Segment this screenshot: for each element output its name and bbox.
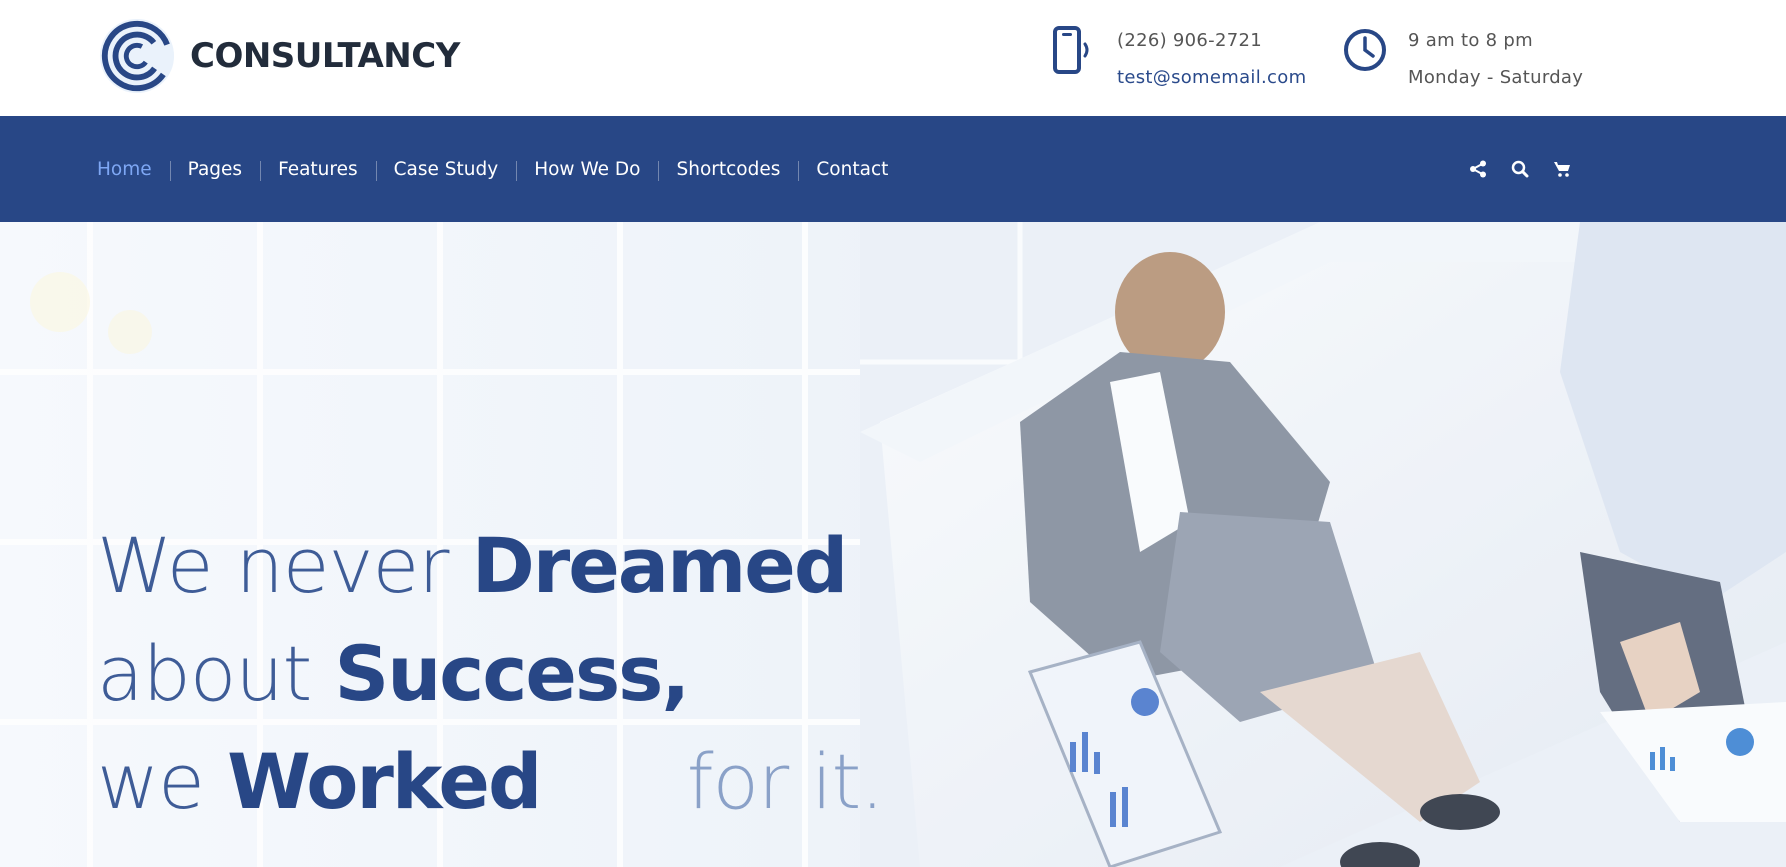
- nav-item-how-we-do[interactable]: How We Do: [516, 159, 658, 181]
- share-icon[interactable]: [1468, 159, 1488, 179]
- brand-logo[interactable]: CONSULTANCY: [98, 17, 460, 95]
- opening-days: Monday - Saturday: [1408, 67, 1584, 88]
- brand-name: CONSULTANCY: [190, 36, 460, 76]
- hero-banner: We never Dreamed about Success, we Worke…: [0, 222, 1786, 867]
- top-header: CONSULTANCY (226) 906-2721 test@somemail…: [0, 0, 1786, 116]
- headline-line-2-bold: Success,: [334, 629, 690, 718]
- headline-line-1: We never Dreamed: [97, 512, 883, 620]
- nav-menu: Home Pages Features Case Study How We Do…: [97, 116, 906, 222]
- cart-icon[interactable]: [1552, 159, 1572, 179]
- headline-line-3-bold: Worked: [227, 737, 542, 826]
- mobile-phone-icon: [1049, 22, 1099, 78]
- headline-line-2-thin: about: [97, 629, 312, 718]
- nav-tools: [1468, 116, 1572, 222]
- nav-item-shortcodes[interactable]: Shortcodes: [658, 159, 798, 181]
- nav-item-contact[interactable]: Contact: [798, 159, 906, 181]
- email-link[interactable]: test@somemail.com: [1117, 59, 1306, 96]
- nav-item-pages[interactable]: Pages: [169, 159, 260, 181]
- hours-contact: 9 am to 8 pm Monday - Saturday: [1340, 22, 1583, 96]
- headline-line-3: we Worked for it.: [97, 728, 885, 836]
- nav-item-case-study[interactable]: Case Study: [375, 159, 517, 181]
- hero-headline: We never Dreamed about Success, we Worke…: [97, 512, 885, 836]
- headline-line-2: about Success,: [97, 620, 883, 728]
- headline-line-1-bold: Dreamed: [471, 521, 849, 610]
- headline-line-1-thin: We never: [97, 521, 450, 610]
- opening-hours: 9 am to 8 pm: [1408, 30, 1533, 51]
- nav-item-features[interactable]: Features: [260, 159, 376, 181]
- headline-line-3-thin: we: [97, 737, 205, 826]
- headline-line-3-tail: for it.: [686, 737, 885, 826]
- search-icon[interactable]: [1510, 159, 1530, 179]
- nav-item-home[interactable]: Home: [97, 159, 170, 180]
- phone-contact: (226) 906-2721 test@somemail.com: [1049, 22, 1306, 96]
- phone-number[interactable]: (226) 906-2721: [1117, 22, 1306, 59]
- clock-icon: [1340, 22, 1390, 78]
- c-circle-logo-icon: [99, 18, 175, 94]
- main-navigation: Home Pages Features Case Study How We Do…: [0, 116, 1786, 222]
- business-meeting-photo: [860, 222, 1786, 867]
